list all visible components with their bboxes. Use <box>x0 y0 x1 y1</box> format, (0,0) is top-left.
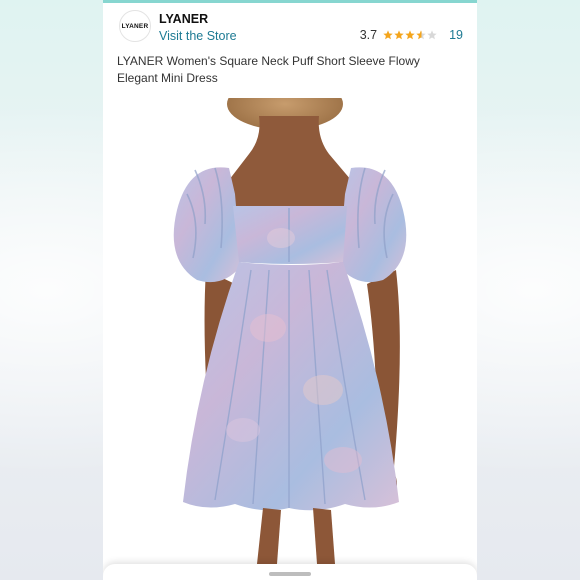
brand-logo-text: LYANER <box>121 22 149 30</box>
star-full-icon <box>383 30 393 40</box>
product-title: LYANER Women's Square Neck Puff Short Sl… <box>117 54 420 85</box>
rating-count-link[interactable]: 19 <box>449 28 463 42</box>
rating-stars <box>383 30 437 40</box>
star-full-icon <box>394 30 404 40</box>
star-empty-icon <box>427 30 437 40</box>
bottom-sheet[interactable] <box>103 564 477 580</box>
product-image[interactable] <box>103 98 477 564</box>
dress-photo-illustration <box>173 98 407 564</box>
visit-store-link[interactable]: Visit the Store <box>159 29 237 43</box>
brand-logo[interactable]: LYANER <box>119 10 151 42</box>
rating-value: 3.7 <box>359 28 378 42</box>
product-header: LYANER LYANER Visit the Store 3.7 19 LYA… <box>103 3 477 98</box>
star-full-icon <box>405 30 415 40</box>
brand-name: LYANER <box>159 12 209 26</box>
star-half-icon <box>416 30 426 40</box>
product-sheet: LYANER LYANER Visit the Store 3.7 19 LYA… <box>103 0 477 580</box>
rating-summary[interactable]: 3.7 19 <box>360 28 463 42</box>
drag-handle-icon[interactable] <box>269 572 311 576</box>
